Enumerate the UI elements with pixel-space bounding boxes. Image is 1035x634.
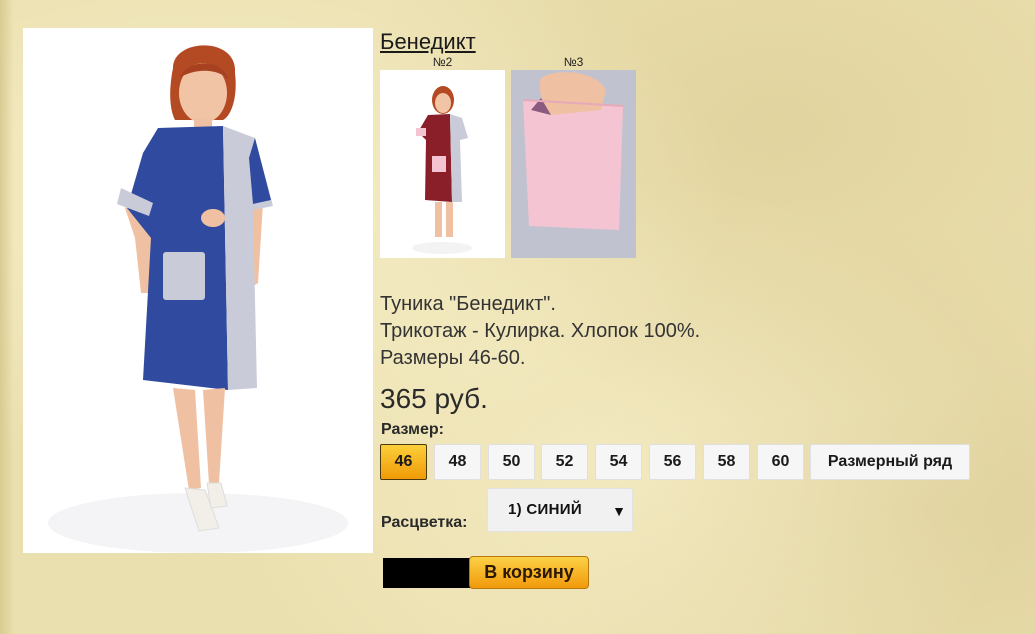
main-product-photo[interactable] <box>23 28 373 553</box>
size-option-56[interactable]: 56 <box>649 444 696 480</box>
quantity-input[interactable] <box>383 558 470 588</box>
color-label: Расцветка: <box>381 514 468 531</box>
product-description: Туника "Бенедикт". Трикотаж - Кулирка. Х… <box>380 291 700 372</box>
size-chart-button[interactable]: Размерный ряд <box>810 444 970 480</box>
thumbnail-burgundy-dress[interactable] <box>380 70 505 258</box>
size-option-54[interactable]: 54 <box>595 444 642 480</box>
add-to-cart-button[interactable]: В корзину <box>469 556 589 589</box>
size-option-48[interactable]: 48 <box>434 444 481 480</box>
dress-illustration <box>23 28 373 553</box>
thumbnail-label-2: №2 <box>432 55 453 69</box>
color-select[interactable]: 1) СИНИЙ ▼ <box>487 488 633 532</box>
size-option-58[interactable]: 58 <box>703 444 750 480</box>
size-option-52[interactable]: 52 <box>541 444 588 480</box>
size-option-50[interactable]: 50 <box>488 444 535 480</box>
color-select-value: 1) СИНИЙ <box>508 501 582 518</box>
thumbnail-pink-pocket[interactable] <box>511 70 636 258</box>
size-option-60[interactable]: 60 <box>757 444 804 480</box>
dropdown-arrow-icon: ▼ <box>612 503 626 519</box>
size-label: Размер: <box>381 421 444 438</box>
description-line-1: Туника "Бенедикт". <box>380 293 556 315</box>
thumbnail-label-3: №3 <box>563 55 584 69</box>
page-edge <box>0 0 14 634</box>
size-option-46[interactable]: 46 <box>380 444 427 480</box>
product-price: 365 руб. <box>380 383 488 414</box>
product-title-link[interactable]: Бенедикт <box>380 29 476 55</box>
description-line-2: Трикотаж - Кулирка. Хлопок 100%. <box>380 320 701 342</box>
description-line-3: Размеры 46-60. <box>380 347 526 369</box>
